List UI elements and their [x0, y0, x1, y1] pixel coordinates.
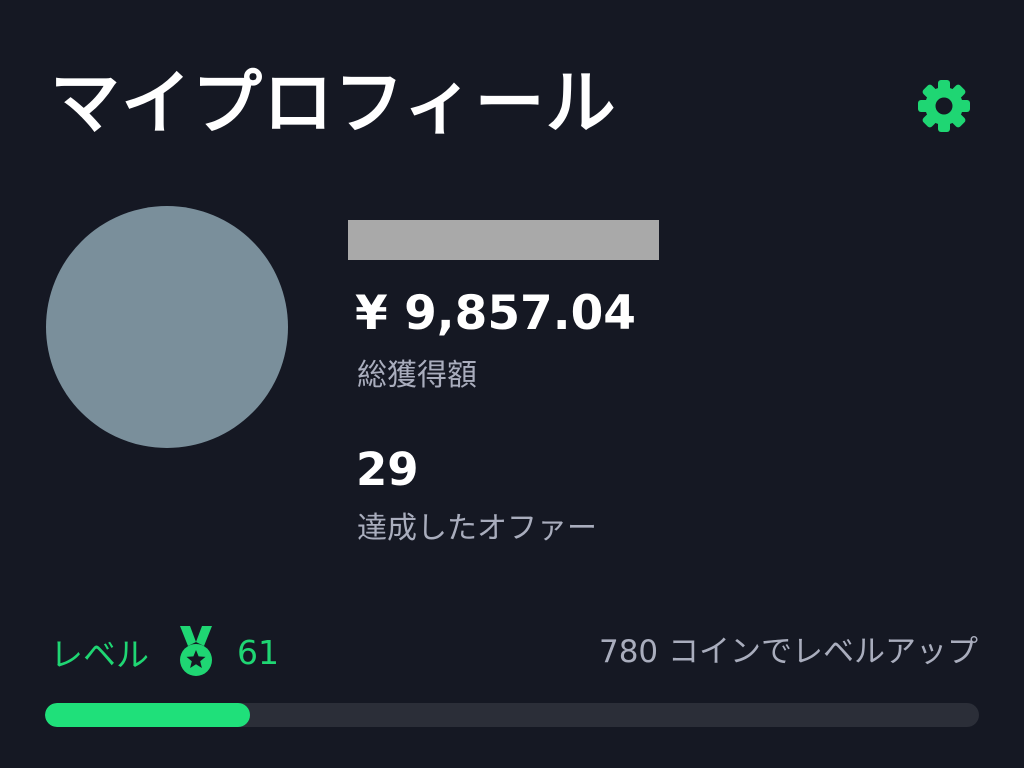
medal-icon: [180, 626, 212, 676]
gear-icon: [918, 80, 970, 132]
level-progress-fill: [45, 703, 251, 727]
total-earned-value: ¥ 9,857.04: [355, 286, 636, 341]
level-value: 61: [237, 632, 279, 672]
avatar[interactable]: [46, 206, 288, 448]
total-earned-label: 総獲得額: [357, 358, 477, 393]
profile-screen: マイプロフィール ¥ 9,857.04 総獲得額 29 達成したオファー レベル: [0, 0, 1024, 768]
username-redacted-bar: [348, 220, 659, 260]
page-title: マイプロフィール: [50, 62, 617, 144]
completed-offers-value: 29: [356, 443, 419, 496]
level-up-requirement: 780 コインでレベルアップ: [598, 634, 978, 670]
settings-button[interactable]: [912, 74, 976, 138]
completed-offers-label: 達成したオファー: [357, 511, 597, 546]
level-label: レベル: [50, 635, 149, 674]
level-progress-bar: [45, 703, 979, 727]
level-info: レベル 61: [50, 624, 279, 680]
